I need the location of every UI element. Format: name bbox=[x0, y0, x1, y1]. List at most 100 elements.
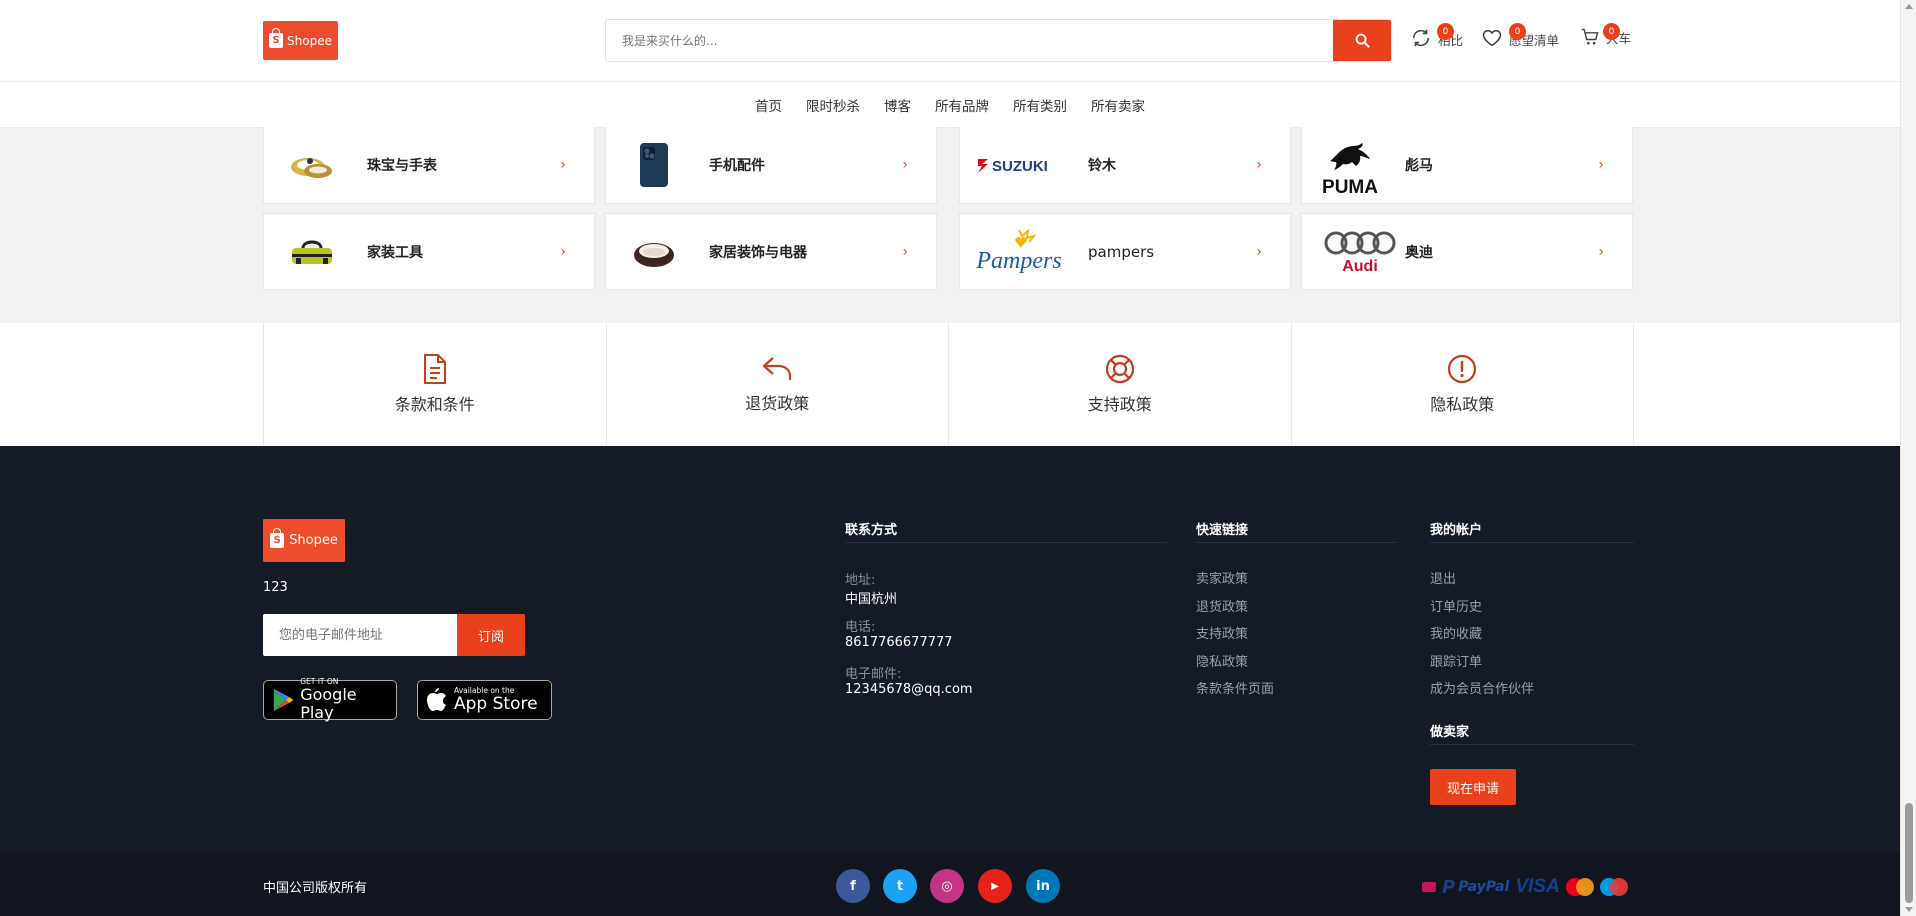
search-input[interactable] bbox=[606, 20, 1333, 61]
quick-link-return-policy[interactable]: 退货政策 bbox=[1196, 596, 1248, 615]
email-label: 电子邮件: bbox=[845, 667, 902, 682]
brand-card-audi[interactable]: Audi 奥迪 › bbox=[1301, 213, 1633, 290]
shopping-bag-icon: S bbox=[270, 528, 285, 548]
nav-item-all-categories[interactable]: 所有类别 bbox=[1001, 95, 1079, 115]
scroll-up-arrow-icon[interactable] bbox=[1905, 4, 1913, 9]
policy-support[interactable]: 支持政策 bbox=[949, 323, 1292, 445]
return-arrow-icon bbox=[763, 357, 792, 380]
account-link-logout[interactable]: 退出 bbox=[1430, 568, 1456, 587]
site-logo[interactable]: S Shopee bbox=[263, 21, 338, 60]
compare-link[interactable]: 0 相比 bbox=[1410, 23, 1463, 49]
google-play-big-text: Google Play bbox=[300, 685, 357, 722]
google-play-badge[interactable]: GET IT ON Google Play bbox=[263, 678, 397, 722]
chevron-right-icon: › bbox=[560, 157, 566, 173]
account-link-become-affiliate[interactable]: 成为会员合作伙伴 bbox=[1430, 678, 1534, 697]
cart-count-badge: 0 bbox=[1603, 23, 1620, 40]
main-nav: 首页 限时秒杀 博客 所有品牌 所有类别 所有卖家 bbox=[0, 82, 1900, 128]
account-link-order-history[interactable]: 订单历史 bbox=[1430, 596, 1482, 615]
pet-bed-image bbox=[622, 222, 686, 282]
scroll-down-arrow-icon[interactable] bbox=[1905, 907, 1913, 912]
lifebuoy-icon bbox=[1105, 354, 1134, 384]
mastercard-icon bbox=[1565, 878, 1594, 896]
audi-logo-text: Audi bbox=[1342, 258, 1378, 275]
newsletter-email-input[interactable] bbox=[263, 614, 457, 656]
brand-label: 铃木 bbox=[1088, 158, 1116, 174]
search-button[interactable] bbox=[1333, 20, 1391, 61]
chevron-right-icon: › bbox=[1256, 243, 1262, 260]
account-link-track-order[interactable]: 跟踪订单 bbox=[1430, 651, 1482, 670]
maestro-icon bbox=[1599, 878, 1628, 896]
quick-link-seller-policy[interactable]: 卖家政策 bbox=[1196, 568, 1248, 587]
brand-card-pampers[interactable]: Pampers pampers › bbox=[959, 213, 1291, 290]
brand-card-home-tools[interactable]: 家装工具 › bbox=[263, 213, 595, 290]
twitter-glyph: t bbox=[896, 878, 904, 894]
cart-icon bbox=[1581, 28, 1599, 45]
quick-link-terms-page[interactable]: 条款条件页面 bbox=[1196, 678, 1274, 697]
compare-refresh-icon bbox=[1412, 29, 1430, 47]
brand-card-suzuki[interactable]: SUZUKI 铃木 › bbox=[959, 127, 1291, 204]
twitter-icon[interactable]: t bbox=[883, 869, 917, 903]
nav-item-flash-sale[interactable]: 限时秒杀 bbox=[794, 95, 872, 115]
suzuki-logo-text: SUZUKI bbox=[992, 158, 1048, 175]
footer-logo[interactable]: S Shopee bbox=[263, 519, 345, 562]
payment-misc-icon bbox=[1422, 882, 1436, 892]
contact-divider bbox=[845, 542, 1167, 543]
youtube-icon[interactable]: ▶ bbox=[978, 869, 1012, 903]
chevron-right-icon: › bbox=[1598, 243, 1604, 260]
search-bar bbox=[605, 19, 1392, 62]
account-link-favorites[interactable]: 我的收藏 bbox=[1430, 623, 1482, 642]
copyright-text: 中国公司版权所有 bbox=[263, 881, 368, 896]
footer-about-text: 123 bbox=[263, 580, 288, 595]
nav-item-home[interactable]: 首页 bbox=[743, 95, 794, 115]
policy-strip: 条款和条件 退货政策 支持政策 隐私政策 bbox=[263, 323, 1634, 445]
wishlist-count-badge: 0 bbox=[1509, 23, 1526, 40]
quick-links-title: 快速链接 bbox=[1196, 523, 1249, 538]
compare-count-badge: 0 bbox=[1437, 23, 1454, 40]
paypal-icon: P PayPal bbox=[1442, 876, 1510, 898]
quick-link-support-policy[interactable]: 支持政策 bbox=[1196, 623, 1248, 642]
brand-card-puma[interactable]: PUMA 彪马 › bbox=[1301, 127, 1633, 204]
email-value: 12345678@qq.com bbox=[845, 682, 973, 697]
instagram-icon[interactable]: ◎ bbox=[930, 869, 964, 903]
chevron-right-icon: › bbox=[902, 243, 908, 260]
linkedin-icon[interactable]: in bbox=[1026, 869, 1060, 903]
phone-value: 8617766677777 bbox=[845, 635, 953, 650]
chevron-right-icon: › bbox=[1598, 157, 1604, 173]
address-label: 地址: bbox=[845, 573, 876, 588]
facebook-icon[interactable]: f bbox=[836, 869, 870, 903]
suzuki-logo: SUZUKI bbox=[974, 135, 1070, 195]
cart-link[interactable]: 0 大车 bbox=[1580, 23, 1631, 47]
apple-icon bbox=[427, 688, 446, 711]
brand-label: 奥迪 bbox=[1405, 244, 1433, 261]
page-scrollbar[interactable] bbox=[1900, 0, 1916, 916]
facebook-glyph: f bbox=[850, 878, 856, 894]
quick-link-privacy-policy[interactable]: 隐私政策 bbox=[1196, 651, 1248, 670]
payment-methods: P PayPal VISA bbox=[1422, 876, 1628, 898]
apply-now-button[interactable]: 现在申请 bbox=[1430, 769, 1516, 805]
nav-item-all-sellers[interactable]: 所有卖家 bbox=[1079, 95, 1157, 115]
audi-logo: Audi bbox=[1322, 222, 1402, 282]
policy-return[interactable]: 退货政策 bbox=[607, 323, 949, 445]
shopping-bag-icon: S bbox=[269, 28, 284, 48]
youtube-glyph: ▶ bbox=[991, 880, 999, 892]
scrollbar-thumb[interactable] bbox=[1905, 803, 1913, 903]
policy-terms[interactable]: 条款和条件 bbox=[264, 323, 607, 445]
seller-title: 做卖家 bbox=[1430, 725, 1470, 740]
brand-card-phone-accessories[interactable]: 手机配件 › bbox=[605, 127, 937, 204]
nav-item-all-brands[interactable]: 所有品牌 bbox=[923, 95, 1001, 115]
linkedin-glyph: in bbox=[1036, 878, 1050, 894]
brand-label: pampers bbox=[1088, 242, 1155, 261]
wishlist-link[interactable]: 0 愿望清单 bbox=[1481, 23, 1559, 49]
paypal-text: PayPal bbox=[1458, 879, 1510, 895]
account-divider bbox=[1430, 542, 1634, 543]
policy-privacy[interactable]: 隐私政策 bbox=[1292, 323, 1634, 445]
logo-text: Shopee bbox=[287, 33, 332, 48]
brand-card-jewelry[interactable]: 珠宝与手表 › bbox=[263, 127, 595, 204]
app-store-badge[interactable]: Available on the App Store bbox=[417, 680, 552, 720]
nav-item-blog[interactable]: 博客 bbox=[872, 95, 923, 115]
address-value: 中国杭州 bbox=[845, 592, 898, 607]
brand-label: 珠宝与手表 bbox=[367, 158, 437, 174]
document-icon bbox=[423, 354, 446, 384]
subscribe-button[interactable]: 订阅 bbox=[457, 614, 525, 656]
brand-card-home-decor[interactable]: 家居装饰与电器 › bbox=[605, 213, 937, 290]
